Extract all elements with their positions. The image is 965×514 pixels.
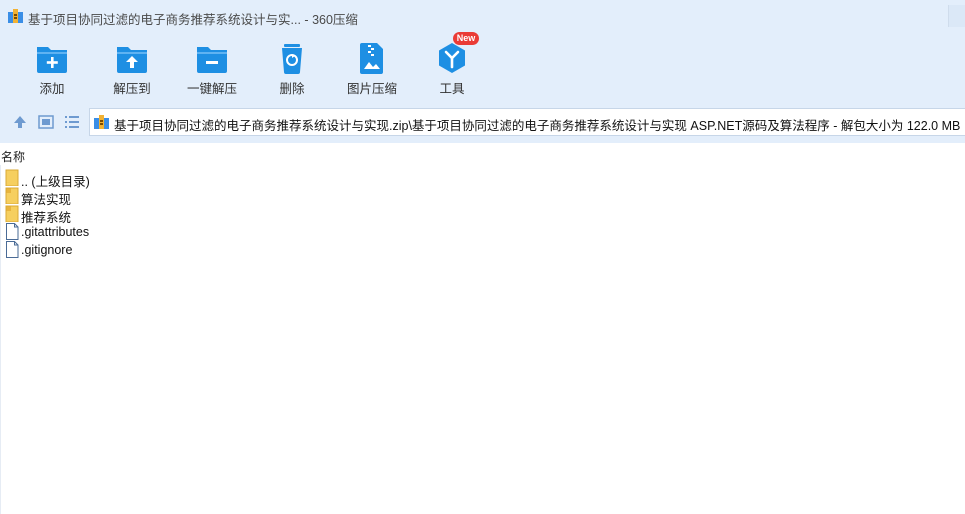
app-name: 360压缩 (312, 13, 358, 27)
add-button[interactable]: 添加 (16, 39, 88, 97)
column-header-name[interactable]: 名称 (1, 148, 25, 165)
folder-icon (5, 187, 19, 204)
image-compress-icon (360, 43, 383, 74)
delete-button[interactable]: 删除 (256, 39, 328, 97)
list-header: 名称 (0, 143, 965, 165)
list-item-file[interactable]: .gitattributes (2, 222, 202, 240)
folder-icon (5, 205, 19, 222)
tools-button[interactable]: 工具 (416, 39, 488, 97)
window-title-text: 基于项目协同过滤的电子商务推荐系统设计与实... (28, 13, 301, 27)
navigation-bar: 基于项目协同过滤的电子商务推荐系统设计与实现.zip\基于项目协同过滤的电子商务… (0, 101, 965, 143)
one-click-extract-label: 一键解压 (186, 82, 237, 96)
tools-label: 工具 (439, 82, 465, 96)
title-bar: 基于项目协同过滤的电子商务推荐系统设计与实... - 360压缩 (0, 0, 965, 33)
list-item-folder[interactable]: 算法实现 (2, 186, 202, 207)
up-arrow-icon[interactable] (11, 113, 29, 131)
list-item-folder[interactable]: 推荐系统 (2, 204, 202, 225)
one-click-extract-icon (197, 47, 227, 73)
delete-label: 删除 (279, 82, 305, 96)
extract-to-icon (117, 47, 147, 73)
main-toolbar: 添加 解压到 一键解压 删除 图片压缩 工具 New (0, 32, 965, 101)
list-item-parent-directory[interactable]: .. (上级目录) (2, 168, 202, 189)
list-item-file[interactable]: .gitignore (2, 240, 202, 258)
add-label: 添加 (39, 82, 65, 96)
thumbnail-view-icon[interactable] (37, 113, 55, 131)
path-bar[interactable]: 基于项目协同过滤的电子商务推荐系统设计与实现.zip\基于项目协同过滤的电子商务… (89, 108, 965, 136)
divider (0, 165, 1, 514)
list-item-name: .gitignore (21, 243, 73, 257)
file-icon (6, 223, 19, 240)
new-badge: New (453, 32, 479, 45)
folder-icon (5, 169, 19, 186)
add-folder-icon (37, 47, 67, 73)
zip-archive-icon (94, 115, 109, 129)
path-text: 基于项目协同过滤的电子商务推荐系统设计与实现.zip\基于项目协同过滤的电子商务… (114, 119, 961, 133)
one-click-extract-button[interactable]: 一键解压 (176, 39, 248, 97)
image-compress-button[interactable]: 图片压缩 (336, 39, 408, 97)
title-separator: - (304, 13, 309, 27)
file-icon (6, 241, 19, 258)
tools-icon (439, 43, 465, 73)
list-view-icon[interactable] (63, 113, 81, 131)
title-bar-button[interactable] (948, 5, 965, 27)
trash-icon (282, 44, 302, 74)
window-title: 基于项目协同过滤的电子商务推荐系统设计与实... - 360压缩 (28, 9, 358, 28)
extract-to-button[interactable]: 解压到 (96, 39, 168, 97)
image-compress-label: 图片压缩 (346, 82, 397, 96)
list-item-name: .gitattributes (21, 225, 90, 239)
archive-app-icon (8, 9, 23, 23)
extract-to-label: 解压到 (113, 82, 151, 96)
